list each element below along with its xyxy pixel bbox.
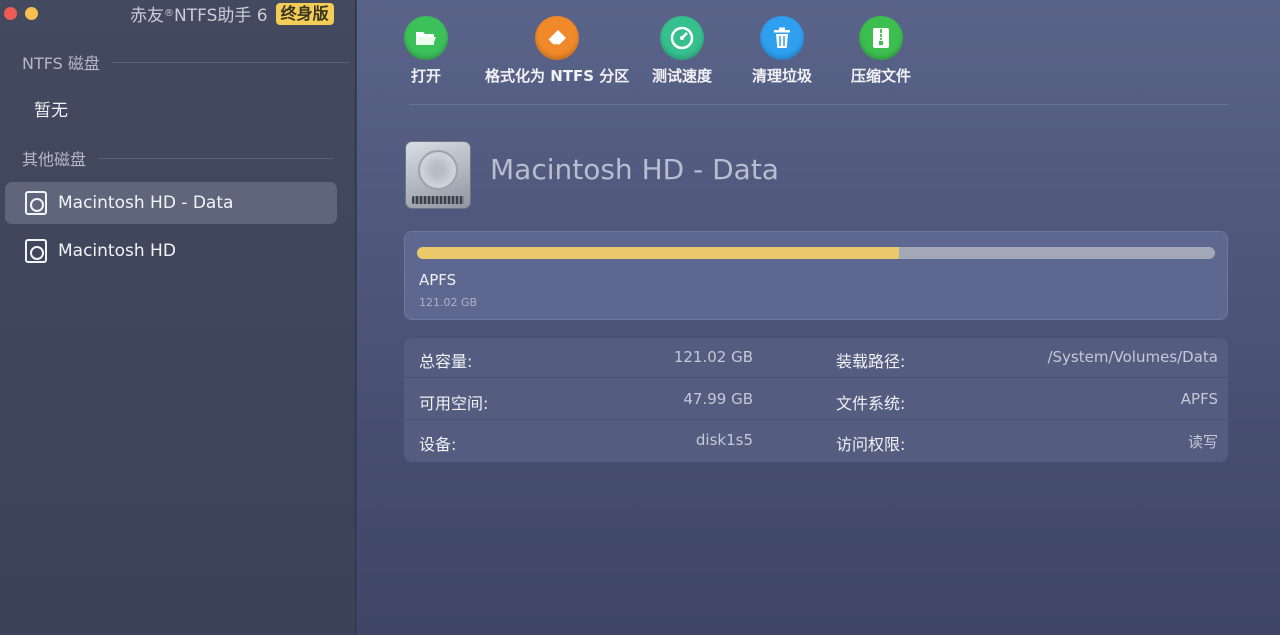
usage-bar-fill bbox=[417, 247, 899, 259]
format-ntfs-button[interactable]: 格式化为 NTFS 分区 bbox=[485, 16, 629, 86]
other-disks-heading: 其他磁盘 bbox=[22, 146, 335, 170]
open-button[interactable]: 打开 bbox=[404, 16, 448, 86]
volume-details: 总容量: 121.02 GB 装载路径: /System/Volumes/Dat… bbox=[404, 338, 1228, 462]
total-capacity-value: 121.02 GB bbox=[673, 348, 753, 366]
total-capacity-label: 总容量: bbox=[419, 352, 473, 371]
mount-path-label: 装载路径: bbox=[836, 352, 906, 371]
eraser-icon bbox=[535, 16, 580, 60]
hdd-vent bbox=[412, 196, 464, 204]
hdd-platter bbox=[418, 150, 458, 190]
mount-path-value: /System/Volumes/Data bbox=[1047, 348, 1218, 366]
ntfs-empty-placeholder: 暂无 bbox=[34, 101, 68, 121]
filesystem-value: APFS bbox=[1180, 390, 1218, 408]
free-space-value: 47.99 GB bbox=[683, 390, 753, 408]
free-space-label: 可用空间: bbox=[419, 394, 489, 413]
window-title: 赤友 ® NTFS助手 6 终身版 bbox=[130, 1, 334, 26]
registered-mark: ® bbox=[164, 8, 174, 19]
clean-junk-button-label: 清理垃圾 bbox=[752, 67, 813, 85]
folder-open-icon bbox=[404, 16, 448, 60]
app-name: 赤友 bbox=[130, 6, 164, 26]
usage-bar bbox=[417, 247, 1215, 259]
access-permission-value: 读写 bbox=[1187, 433, 1218, 451]
details-row: 可用空间: 47.99 GB 文件系统: APFS bbox=[404, 380, 1228, 420]
toolbar-divider bbox=[409, 104, 1229, 105]
sidebar-item-macintosh-hd[interactable]: Macintosh HD bbox=[5, 230, 337, 272]
device-value: disk1s5 bbox=[695, 431, 753, 449]
compress-files-button[interactable]: 压缩文件 bbox=[851, 16, 911, 86]
volume-title: Macintosh HD - Data bbox=[490, 153, 779, 186]
other-disks-heading-label: 其他磁盘 bbox=[22, 150, 87, 169]
edition-badge: 终身版 bbox=[275, 2, 334, 25]
usage-capacity: 121.02 GB bbox=[419, 296, 478, 309]
app-name-rest: NTFS助手 6 bbox=[174, 6, 268, 26]
disk-icon bbox=[25, 191, 47, 215]
filesystem-label: 文件系统: bbox=[836, 394, 906, 413]
details-row: 设备: disk1s5 访问权限: 读写 bbox=[404, 421, 1228, 461]
ntfs-disks-heading: NTFS 磁盘 bbox=[22, 50, 349, 74]
access-permission-label: 访问权限: bbox=[836, 435, 906, 454]
device-label: 设备: bbox=[419, 435, 457, 454]
section-divider bbox=[111, 61, 349, 63]
trash-icon bbox=[760, 16, 804, 60]
main-panel: 打开 格式化为 NTFS 分区 测试速度 清理垃圾 压缩文件 Macintosh… bbox=[357, 0, 1280, 635]
window-controls bbox=[4, 7, 38, 20]
speed-test-button-label: 测试速度 bbox=[652, 67, 713, 85]
usage-card: APFS 121.02 GB bbox=[404, 231, 1228, 320]
speed-test-button[interactable]: 测试速度 bbox=[652, 16, 712, 86]
ntfs-disks-heading-label: NTFS 磁盘 bbox=[22, 54, 100, 73]
section-divider bbox=[98, 157, 335, 159]
compress-files-button-label: 压缩文件 bbox=[851, 67, 912, 85]
sidebar: 赤友 ® NTFS助手 6 终身版 NTFS 磁盘 暂无 其他磁盘 Macintos… bbox=[0, 0, 356, 635]
details-row: 总容量: 121.02 GB 装载路径: /System/Volumes/Dat… bbox=[404, 338, 1228, 378]
minimize-window-button[interactable] bbox=[25, 7, 38, 20]
sidebar-item-label: Macintosh HD - Data bbox=[58, 193, 234, 213]
sidebar-item-label: Macintosh HD bbox=[58, 241, 176, 261]
usage-filesystem: APFS bbox=[419, 271, 457, 289]
speedometer-icon bbox=[660, 16, 704, 60]
clean-junk-button[interactable]: 清理垃圾 bbox=[752, 16, 812, 86]
hard-drive-icon bbox=[405, 141, 471, 209]
format-ntfs-button-label: 格式化为 NTFS 分区 bbox=[485, 67, 630, 85]
disk-icon bbox=[25, 239, 47, 263]
toolbar: 打开 格式化为 NTFS 分区 测试速度 清理垃圾 压缩文件 bbox=[357, 16, 1280, 86]
zip-file-icon bbox=[859, 16, 903, 60]
close-window-button[interactable] bbox=[4, 7, 17, 20]
sidebar-item-macintosh-hd-data[interactable]: Macintosh HD - Data bbox=[5, 182, 337, 224]
open-button-label: 打开 bbox=[410, 67, 441, 85]
